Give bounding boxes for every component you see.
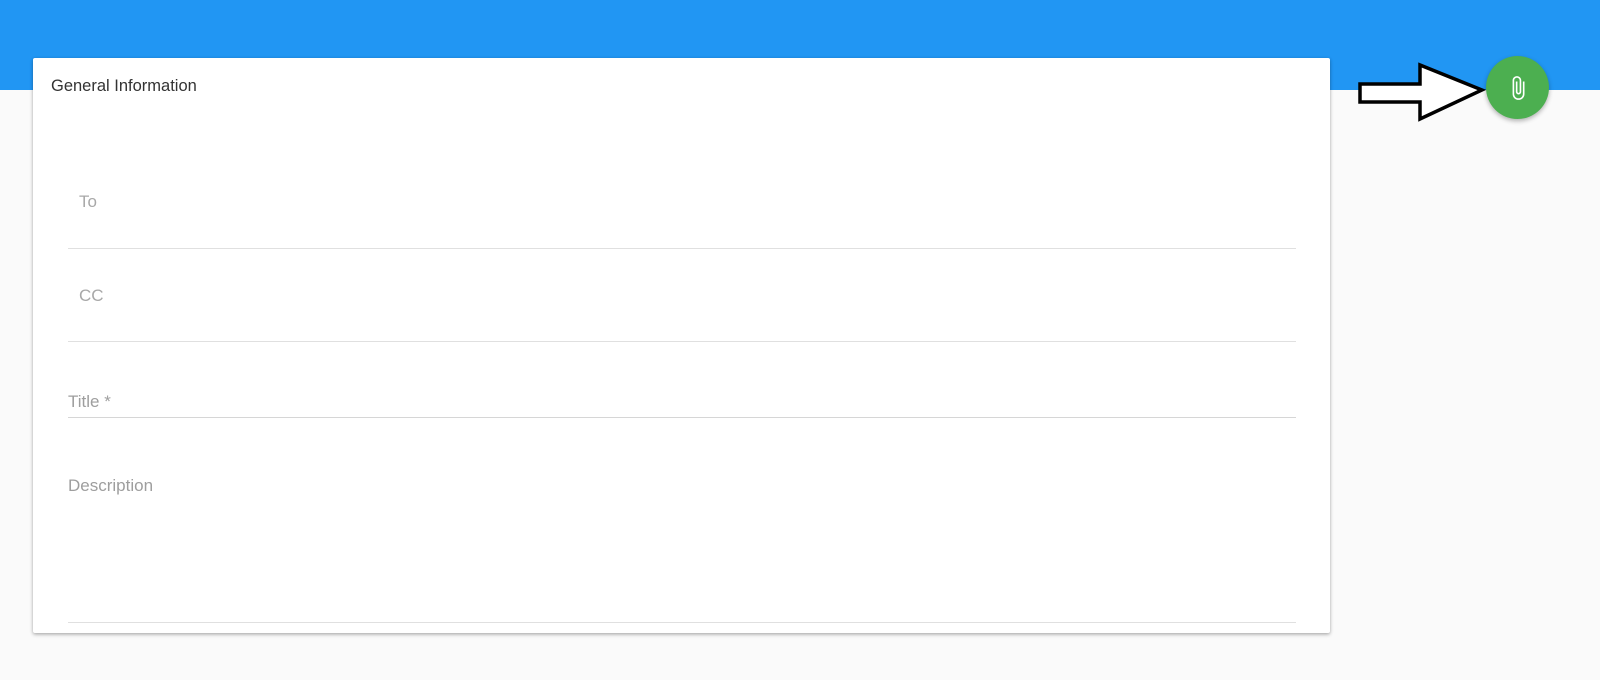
paperclip-icon bbox=[1512, 75, 1524, 100]
general-information-card: General Information Title * Description bbox=[33, 58, 1330, 633]
title-input[interactable] bbox=[68, 388, 1296, 414]
description-label: Description bbox=[68, 476, 154, 495]
description-field: Description bbox=[68, 463, 1296, 623]
title-field: Title * bbox=[68, 378, 1296, 418]
attach-file-button[interactable] bbox=[1486, 56, 1549, 119]
cc-field bbox=[68, 282, 1296, 342]
section-title: General Information bbox=[51, 77, 197, 95]
to-field bbox=[68, 188, 1296, 249]
description-textarea[interactable] bbox=[68, 503, 1296, 613]
arrow-annotation-icon bbox=[1358, 62, 1486, 122]
to-input[interactable] bbox=[68, 188, 1296, 216]
cc-input[interactable] bbox=[68, 282, 1296, 310]
